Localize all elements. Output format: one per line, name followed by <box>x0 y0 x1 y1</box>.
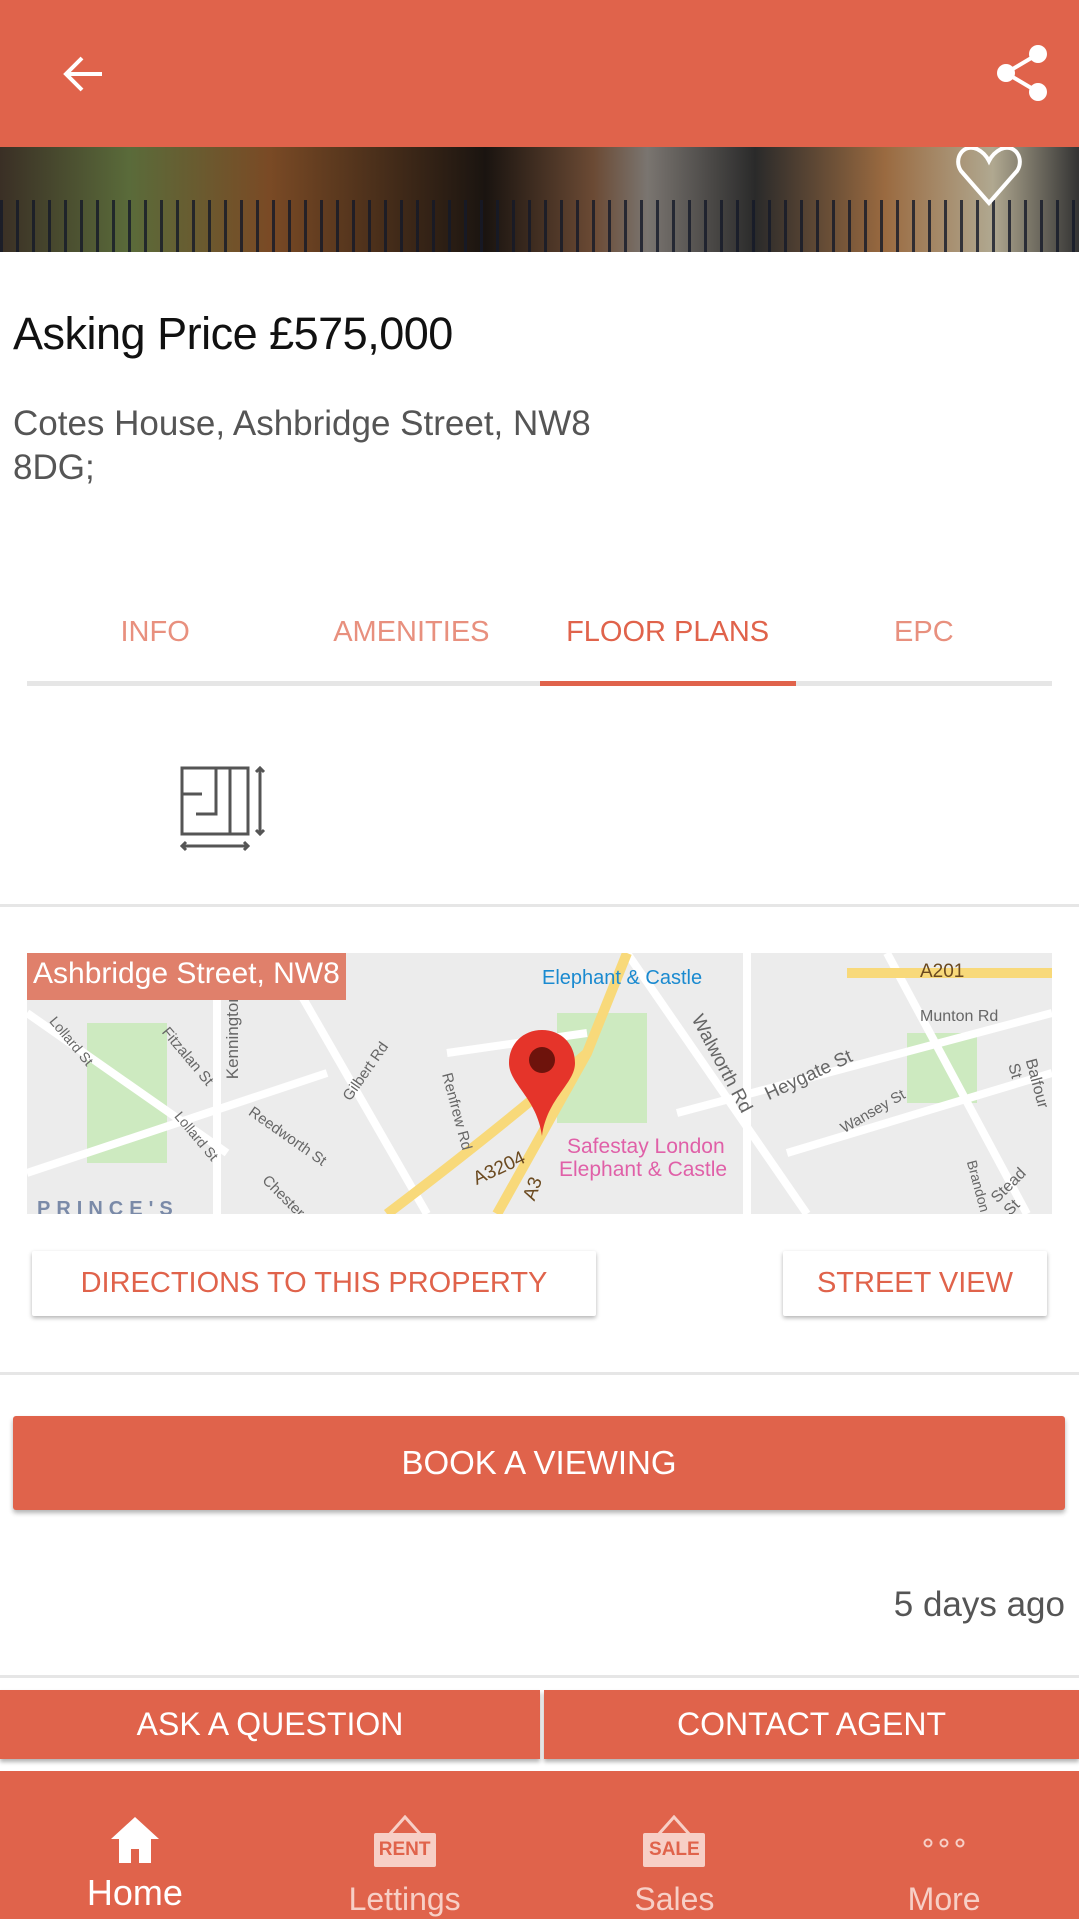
address-line-2: 8DG; <box>13 448 95 487</box>
photo-detail <box>0 200 1079 252</box>
contact-agent-button[interactable]: CONTACT AGENT <box>544 1690 1079 1759</box>
more-dots-icon <box>923 1838 965 1848</box>
home-icon <box>110 1817 159 1863</box>
book-viewing-button[interactable]: BOOK A VIEWING <box>13 1416 1065 1510</box>
map-address-label: Ashbridge Street, NW8 <box>27 953 346 1000</box>
nav-lettings[interactable]: RENT Lettings <box>270 1771 540 1919</box>
ask-question-button[interactable]: ASK A QUESTION <box>0 1690 540 1759</box>
map-place: PRINCE'S <box>37 1198 179 1214</box>
property-address: Cotes House, Ashbridge Street, NW8 8DG; <box>13 402 693 490</box>
nav-home[interactable]: Home <box>0 1771 270 1919</box>
heart-outline-icon[interactable] <box>955 147 1023 207</box>
nav-label: Lettings <box>348 1881 461 1917</box>
map-place: Safestay London <box>567 1135 725 1158</box>
map-pin-icon[interactable] <box>507 1028 577 1138</box>
street-view-button[interactable]: STREET VIEW <box>783 1251 1047 1316</box>
tab-epc[interactable]: EPC <box>796 600 1052 681</box>
directions-button[interactable]: DIRECTIONS TO THIS PROPERTY <box>32 1251 596 1316</box>
bottom-navigation: Home RENT Lettings SALE Sales More <box>0 1771 1079 1919</box>
tab-floor-plans[interactable]: FLOOR PLANS <box>539 600 797 686</box>
floor-plan-icon[interactable] <box>180 764 268 852</box>
tab-amenities[interactable]: AMENITIES <box>283 600 539 681</box>
section-divider <box>0 1372 1079 1375</box>
nav-sales[interactable]: SALE Sales <box>540 1771 810 1919</box>
sign-hanger <box>657 1815 692 1835</box>
location-map[interactable]: Elephant & Castle A201 Munton Rd Walwort… <box>27 953 1052 1214</box>
sign-hanger <box>387 1815 422 1835</box>
app-bar <box>0 0 1079 147</box>
nav-label: Home <box>86 1872 183 1913</box>
asking-price: Asking Price £575,000 <box>13 308 453 359</box>
rent-sign-icon: RENT <box>373 1833 436 1867</box>
map-place: Elephant & Castle <box>559 1158 728 1181</box>
posted-time: 5 days ago <box>893 1585 1065 1624</box>
sale-sign-icon: SALE <box>643 1833 706 1867</box>
nav-label: More <box>907 1881 981 1917</box>
map-place: Elephant & Castle <box>542 967 703 989</box>
map-place: Munton Rd <box>920 1008 999 1025</box>
tab-info[interactable]: INFO <box>27 600 283 681</box>
section-divider <box>0 1675 1079 1678</box>
share-icon[interactable] <box>994 44 1050 102</box>
map-place: A201 <box>920 961 965 982</box>
nav-label: Sales <box>634 1881 715 1917</box>
arrow-left-icon[interactable] <box>62 52 106 96</box>
address-line-1: Cotes House, Ashbridge Street, NW8 <box>13 404 591 443</box>
nav-more[interactable]: More <box>809 1771 1079 1919</box>
detail-tabs: INFO AMENITIES FLOOR PLANS EPC <box>27 600 1052 686</box>
section-divider <box>0 904 1079 907</box>
